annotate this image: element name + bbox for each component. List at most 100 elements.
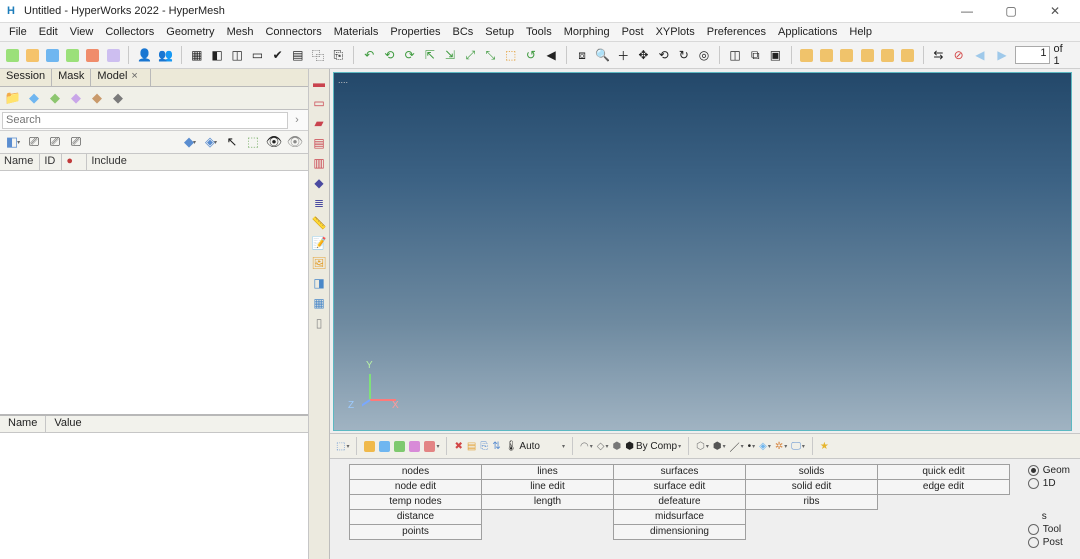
axis3-icon[interactable]: ⤢ bbox=[462, 45, 478, 65]
menu-bcs[interactable]: BCs bbox=[448, 25, 479, 39]
trans-icon[interactable]: ◈▾ bbox=[759, 441, 771, 452]
delete-icon[interactable]: ✖ bbox=[454, 441, 462, 452]
entity-select-icon[interactable]: ⬚▾ bbox=[336, 441, 349, 452]
rot-y-icon[interactable]: ⟳ bbox=[402, 45, 418, 65]
radio-post[interactable]: Post bbox=[1028, 537, 1070, 548]
radio-geom[interactable]: Geom bbox=[1028, 465, 1070, 476]
menu-help[interactable]: Help bbox=[844, 25, 877, 39]
flip-icon[interactable]: ↺ bbox=[523, 45, 539, 65]
persp-icon[interactable]: ⬢ bbox=[612, 441, 621, 452]
panel-surface-edit[interactable]: surface edit bbox=[613, 479, 746, 495]
bycomp-button[interactable]: ⬢ By Comp▾ bbox=[625, 441, 681, 452]
mat-icon[interactable]: ◆ bbox=[46, 89, 64, 107]
v-line-icon[interactable]: ▰ bbox=[311, 115, 327, 131]
edge-icon[interactable]: ／▾ bbox=[730, 439, 744, 454]
layout1-icon[interactable]: ◧ bbox=[209, 45, 225, 65]
eye-show-icon[interactable]: 👁 bbox=[265, 133, 283, 151]
page6-icon[interactable] bbox=[899, 45, 915, 65]
menu-file[interactable]: File bbox=[4, 25, 32, 39]
menu-materials[interactable]: Materials bbox=[329, 25, 384, 39]
screenshot-icon[interactable]: ▣ bbox=[767, 45, 783, 65]
load-icon[interactable] bbox=[105, 45, 121, 65]
v-measure-icon[interactable]: 📏 bbox=[311, 215, 327, 231]
page-number-input[interactable]: 1 bbox=[1015, 46, 1049, 64]
tab-model[interactable]: Model× bbox=[91, 69, 150, 86]
open-icon[interactable] bbox=[24, 45, 40, 65]
menu-view[interactable]: View bbox=[65, 25, 99, 39]
v-model-icon[interactable]: ▤ bbox=[311, 135, 327, 151]
disp-load-icon[interactable]: ▾ bbox=[424, 441, 439, 452]
apply-icon[interactable]: ✔ bbox=[270, 45, 286, 65]
menu-morphing[interactable]: Morphing bbox=[559, 25, 615, 39]
page1-icon[interactable] bbox=[798, 45, 814, 65]
page-next-button[interactable]: ▶ bbox=[993, 45, 1011, 65]
rect-icon[interactable]: ▭ bbox=[249, 45, 265, 65]
filter3-icon[interactable]: ⎚ bbox=[67, 133, 85, 151]
save-icon[interactable] bbox=[44, 45, 60, 65]
copy-icon[interactable]: ⧉ bbox=[747, 45, 763, 65]
point-icon[interactable]: •▾ bbox=[748, 441, 756, 452]
solid-icon[interactable]: ⬢▾ bbox=[713, 441, 726, 452]
crop-icon[interactable]: ⿻ bbox=[310, 45, 326, 65]
hide-icon[interactable]: ◈▾ bbox=[202, 133, 220, 151]
menu-preferences[interactable]: Preferences bbox=[702, 25, 771, 39]
shade-icon[interactable]: ◠▾ bbox=[580, 441, 593, 452]
monitor-icon[interactable]: 🖵▾ bbox=[791, 441, 805, 452]
window-icon[interactable]: ▦ bbox=[189, 45, 205, 65]
graphics-viewport[interactable]: .... Y X Z bbox=[333, 72, 1072, 431]
prop-col-name[interactable]: Name bbox=[0, 416, 45, 432]
wireframe-icon[interactable]: ⬡▾ bbox=[696, 441, 709, 452]
tab-close-icon[interactable]: × bbox=[131, 70, 137, 82]
rotate-icon[interactable]: ⟲ bbox=[656, 45, 672, 65]
v-point-icon[interactable]: ◆ bbox=[311, 175, 327, 191]
layout2-icon[interactable]: ◫ bbox=[229, 45, 245, 65]
cancel-icon[interactable]: ⊘ bbox=[951, 45, 967, 65]
panel-defeature[interactable]: defeature bbox=[613, 494, 746, 510]
panel-dimensioning[interactable]: dimensioning bbox=[613, 524, 746, 540]
v-notes-icon[interactable]: 📝 bbox=[311, 235, 327, 251]
tree-body[interactable] bbox=[0, 171, 308, 415]
axis2-icon[interactable]: ⇲ bbox=[442, 45, 458, 65]
disp-assy-icon[interactable] bbox=[409, 441, 420, 452]
panel-solids[interactable]: solids bbox=[745, 464, 878, 480]
menu-post[interactable]: Post bbox=[617, 25, 649, 39]
disp-prop-icon[interactable] bbox=[379, 441, 390, 452]
menu-tools[interactable]: Tools bbox=[521, 25, 557, 39]
spin-icon[interactable]: ↻ bbox=[676, 45, 692, 65]
user-icon[interactable]: 👤 bbox=[136, 45, 153, 65]
search-go-icon[interactable]: › bbox=[288, 114, 306, 126]
sync-icon[interactable]: ⇆ bbox=[930, 45, 946, 65]
search-input[interactable] bbox=[2, 112, 288, 129]
v-vector-icon[interactable]: ≣ bbox=[311, 195, 327, 211]
folder-icon[interactable]: 📁 bbox=[4, 89, 22, 107]
v-results-icon[interactable]: ▥ bbox=[311, 155, 327, 171]
panel-edge-edit[interactable]: edge edit bbox=[877, 479, 1010, 495]
prop-icon[interactable]: ◆ bbox=[67, 89, 85, 107]
organize-icon[interactable]: ⎘ bbox=[480, 441, 488, 452]
prev-view-icon[interactable]: ◀ bbox=[543, 45, 559, 65]
pan-icon[interactable]: ✥ bbox=[635, 45, 651, 65]
col-id[interactable]: ID bbox=[39, 154, 61, 170]
panel-node-edit[interactable]: node edit bbox=[349, 479, 482, 495]
menu-xyplots[interactable]: XYPlots bbox=[651, 25, 700, 39]
col-color-icon[interactable]: ● bbox=[61, 154, 86, 170]
export-icon[interactable] bbox=[85, 45, 101, 65]
axis1-icon[interactable]: ⇱ bbox=[422, 45, 438, 65]
show-icon[interactable]: ◆▾ bbox=[181, 133, 199, 151]
view-cube-icon[interactable]: ◧▾ bbox=[4, 133, 22, 151]
reorder-icon[interactable]: ⇅ bbox=[492, 441, 500, 452]
menu-edit[interactable]: Edit bbox=[34, 25, 63, 39]
wire-icon[interactable]: ◇▾ bbox=[597, 441, 609, 452]
menu-applications[interactable]: Applications bbox=[773, 25, 842, 39]
new-icon[interactable] bbox=[4, 45, 20, 65]
lock-icon[interactable]: ⎘ bbox=[330, 45, 346, 65]
assy-icon[interactable]: ◆ bbox=[88, 89, 106, 107]
panel-solid-edit[interactable]: solid edit bbox=[745, 479, 878, 495]
eye-hide-icon[interactable]: 👁 bbox=[286, 133, 304, 151]
panel-distance[interactable]: distance bbox=[349, 509, 482, 525]
close-button[interactable]: ✕ bbox=[1042, 4, 1068, 18]
menu-properties[interactable]: Properties bbox=[385, 25, 445, 39]
zoom-in-icon[interactable]: ＋ bbox=[615, 45, 631, 65]
menu-collectors[interactable]: Collectors bbox=[100, 25, 159, 39]
disp-comp-icon[interactable] bbox=[364, 441, 375, 452]
